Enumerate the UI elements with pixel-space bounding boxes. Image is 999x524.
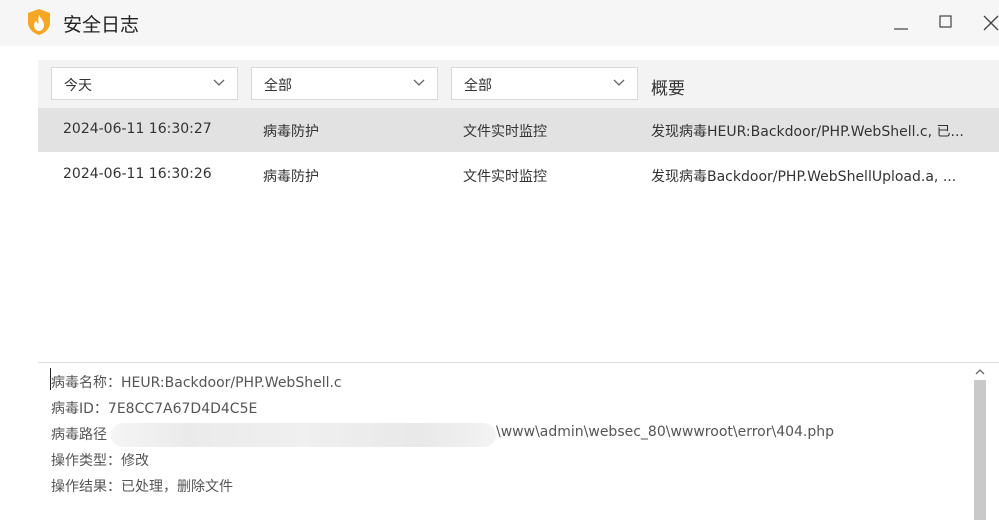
- details-scrollbar[interactable]: [973, 366, 987, 524]
- title-bar: 安全日志: [0, 0, 999, 46]
- virus-name-value: HEUR:Backdoor/PHP.WebShell.c: [121, 375, 342, 391]
- virus-name-label: 病毒名称：: [51, 375, 121, 391]
- log-row[interactable]: 2024-06-11 16:30:27 病毒防护 文件实时监控 发现病毒HEUR…: [38, 108, 999, 152]
- minimize-icon: [894, 28, 908, 30]
- shield-flame-icon: [26, 8, 52, 36]
- log-panel: 今天 全部 全部 概要 2024-06-11 16:30:27 病毒防护 文件实…: [38, 46, 999, 520]
- op-type-line: 操作类型：修改: [51, 450, 149, 470]
- minimize-button[interactable]: [886, 8, 916, 38]
- filter-bar: 今天 全部 全部 概要: [38, 60, 999, 108]
- date-filter-value: 今天: [64, 78, 92, 94]
- scrollbar-thumb[interactable]: [974, 380, 986, 520]
- op-result-line: 操作结果：已处理，删除文件: [51, 476, 233, 496]
- op-type-value: 修改: [121, 453, 149, 469]
- summary-column-header: 概要: [651, 79, 685, 99]
- log-time: 2024-06-11 16:30:26: [63, 166, 212, 182]
- chevron-down-icon: [213, 79, 225, 86]
- scroll-up-arrow-icon[interactable]: [973, 366, 987, 378]
- virus-id-label: 病毒ID：: [51, 401, 108, 417]
- maximize-button[interactable]: [931, 8, 961, 38]
- close-button[interactable]: [976, 8, 999, 38]
- op-result-value: 已处理，删除文件: [121, 479, 233, 495]
- text-cursor: [50, 368, 51, 390]
- log-category: 病毒防护: [263, 124, 319, 140]
- source-filter-dropdown[interactable]: 全部: [451, 67, 638, 100]
- date-filter-dropdown[interactable]: 今天: [51, 67, 238, 100]
- log-category: 病毒防护: [263, 169, 319, 185]
- virus-path-line: 病毒路径: [51, 424, 107, 444]
- log-source: 文件实时监控: [463, 124, 547, 140]
- category-filter-value: 全部: [264, 78, 292, 94]
- chevron-down-icon: [413, 79, 425, 86]
- close-icon: [983, 15, 999, 31]
- window-title: 安全日志: [63, 14, 140, 36]
- op-result-label: 操作结果：: [51, 479, 121, 495]
- virus-name-line: 病毒名称：HEUR:Backdoor/PHP.WebShell.c: [51, 372, 342, 392]
- log-time: 2024-06-11 16:30:27: [63, 121, 212, 137]
- op-type-label: 操作类型：: [51, 453, 121, 469]
- log-source: 文件实时监控: [463, 169, 547, 185]
- virus-id-value: 7E8CC7A67D4D4C5E: [107, 401, 258, 417]
- details-textbox[interactable]: 病毒名称：HEUR:Backdoor/PHP.WebShell.c 病毒ID：7…: [38, 362, 999, 521]
- virus-path-value: \www\admin\websec_80\wwwroot\error\404.p…: [496, 424, 835, 440]
- redacted-path-blur: [111, 423, 496, 447]
- virus-path-label: 病毒路径: [51, 427, 107, 443]
- log-summary: 发现病毒HEUR:Backdoor/PHP.WebShell.c, 已...: [651, 124, 964, 140]
- category-filter-dropdown[interactable]: 全部: [251, 67, 438, 100]
- source-filter-value: 全部: [464, 78, 492, 94]
- log-summary: 发现病毒Backdoor/PHP.WebShellUpload.a, ...: [651, 169, 957, 185]
- maximize-icon: [939, 15, 952, 28]
- virus-id-line: 病毒ID：7E8CC7A67D4D4C5E: [51, 398, 257, 418]
- chevron-down-icon: [613, 79, 625, 86]
- log-row[interactable]: 2024-06-11 16:30:26 病毒防护 文件实时监控 发现病毒Back…: [38, 153, 999, 197]
